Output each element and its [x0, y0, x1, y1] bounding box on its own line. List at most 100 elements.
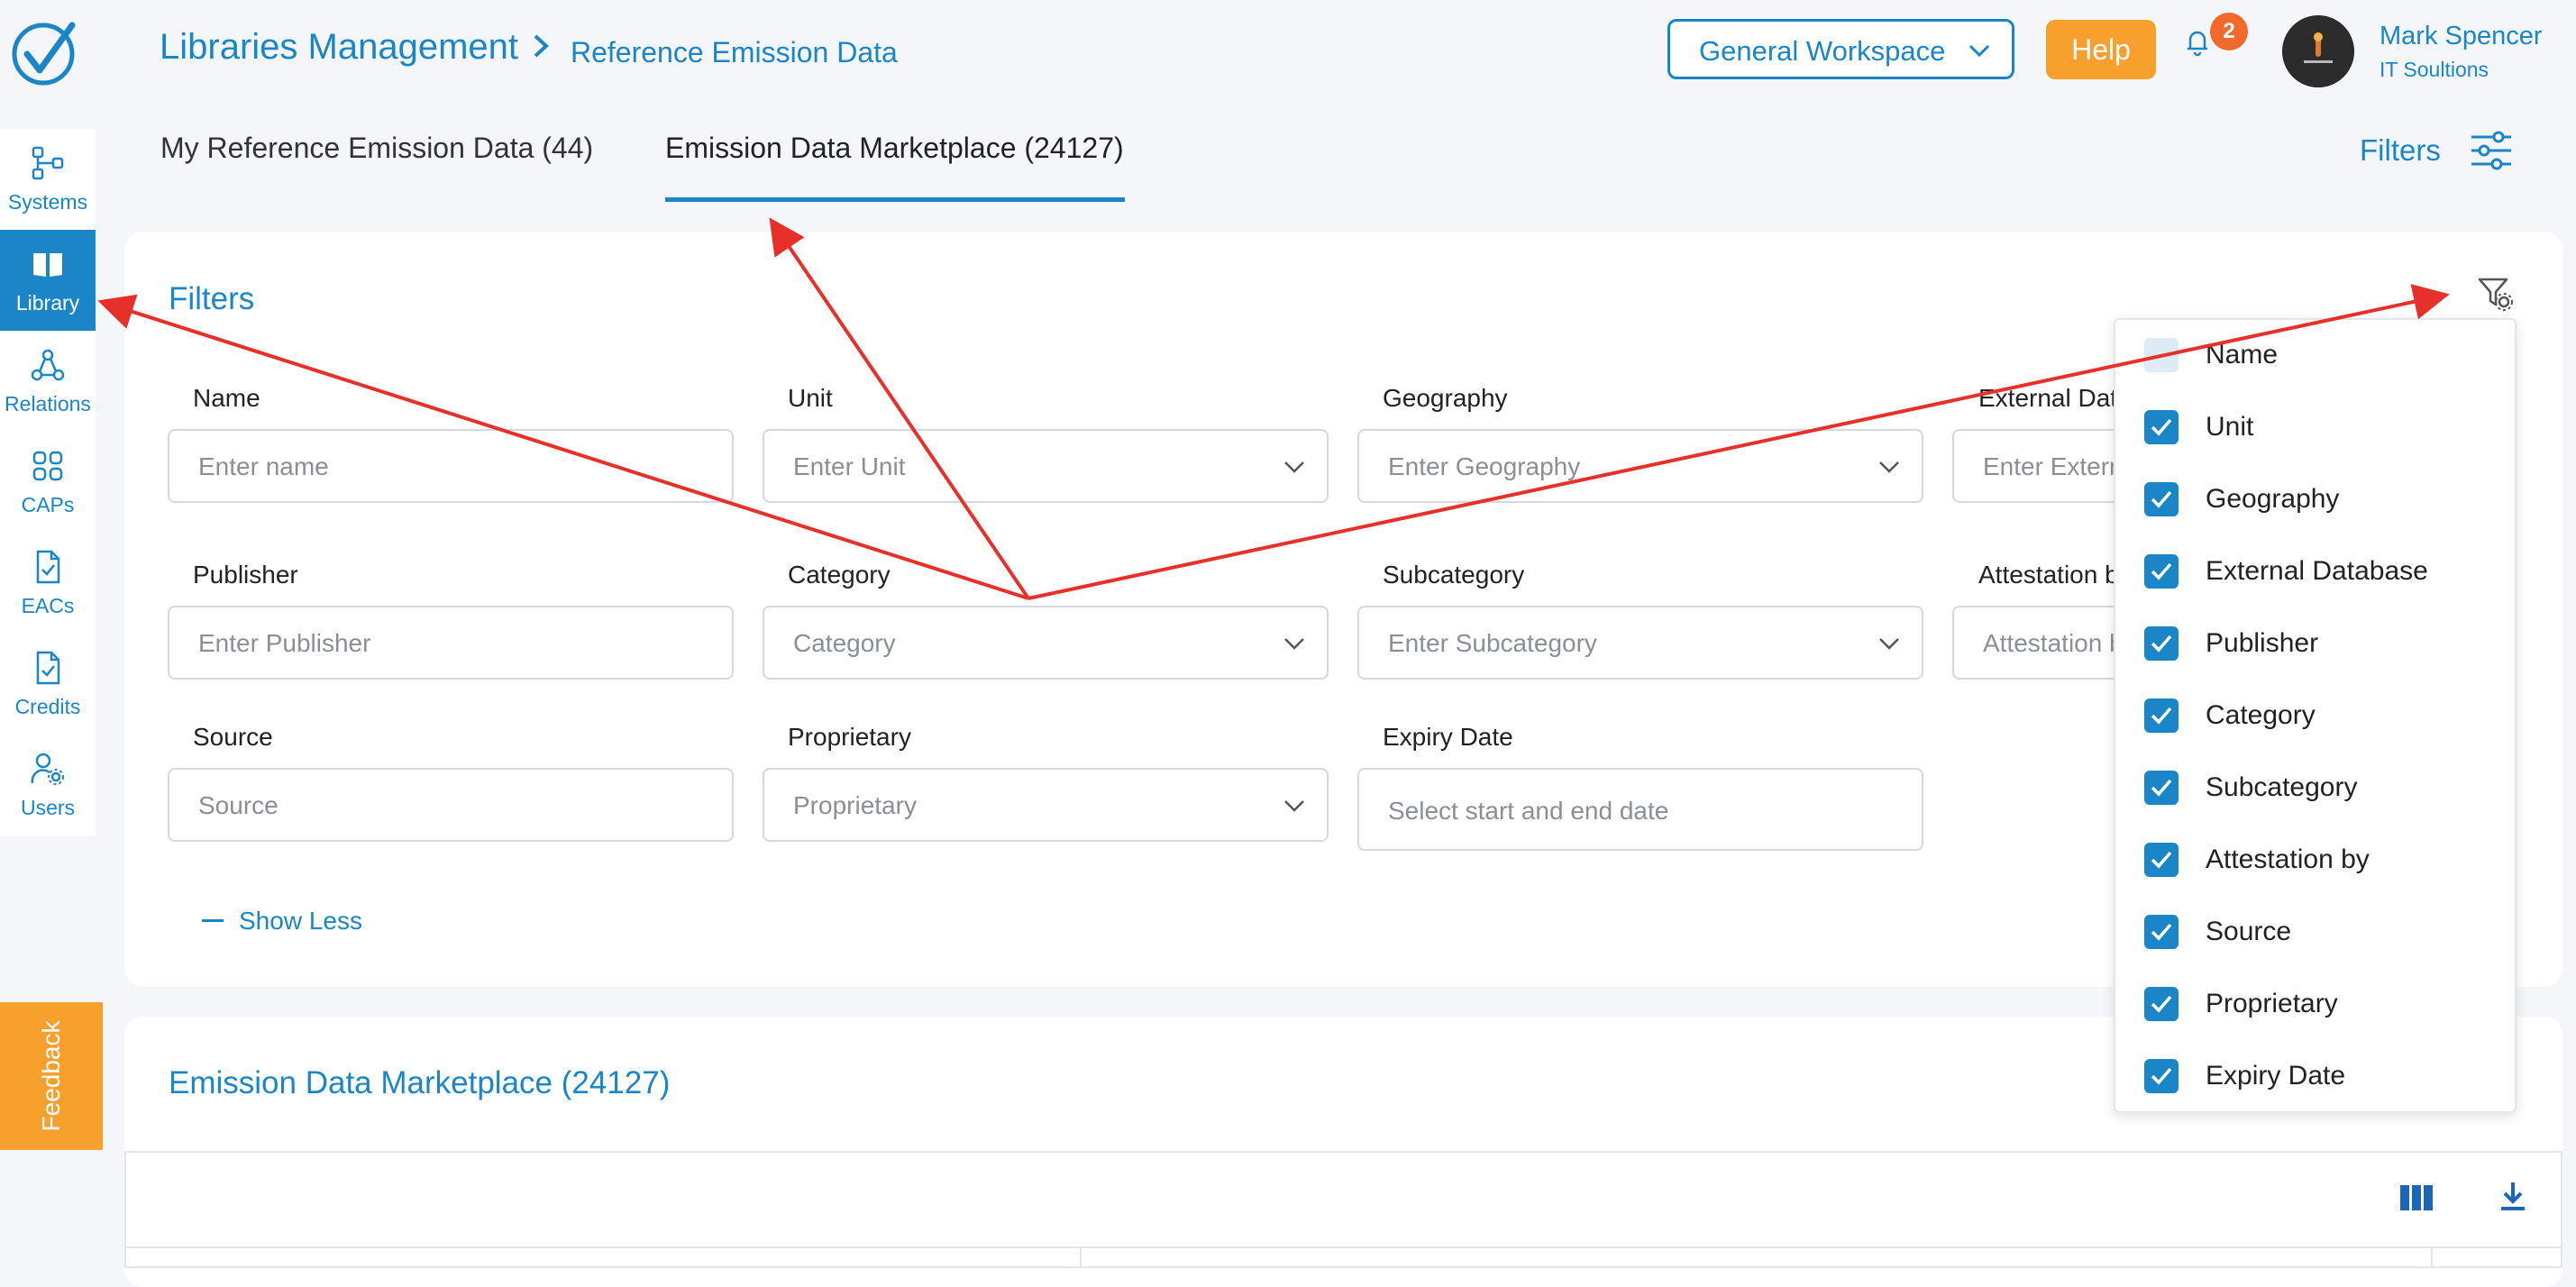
- checkbox-disabled: [2144, 338, 2179, 372]
- feedback-label: Feedback: [37, 1020, 65, 1132]
- category-select[interactable]: Category: [763, 606, 1329, 680]
- sidebar-item-relations[interactable]: Relations: [0, 331, 96, 432]
- sidebar-item-systems[interactable]: Systems: [0, 129, 96, 230]
- unit-select[interactable]: Enter Unit: [763, 429, 1329, 503]
- checkmark-icon: [2151, 995, 2172, 1013]
- placeholder: Enter name: [198, 452, 329, 480]
- sidebar: Systems Library Relations CAPs EACs Cred…: [0, 129, 96, 836]
- chevron-down-icon: [1879, 461, 1899, 473]
- sidebar-item-credits[interactable]: Credits: [0, 634, 96, 735]
- checkbox-checked[interactable]: [2144, 771, 2179, 805]
- workspace-select[interactable]: General Workspace: [1667, 19, 2014, 79]
- checkmark-icon: [2151, 1067, 2172, 1085]
- column-option-label: Source: [2206, 917, 2292, 946]
- subcategory-select[interactable]: Enter Subcategory: [1357, 606, 1923, 680]
- book-icon: [33, 253, 62, 277]
- notification-badge: 2: [2210, 13, 2248, 50]
- table-column-divider: [1080, 1248, 1082, 1266]
- column-option-label: Subcategory: [2206, 772, 2358, 802]
- tab-my-reference-emission-data[interactable]: My Reference Emission Data (44): [160, 132, 593, 165]
- column-option-name[interactable]: Name: [2115, 320, 2515, 392]
- attestation-by-label: Attestation b: [1978, 561, 2119, 589]
- checkmark-icon: [2151, 634, 2172, 653]
- breadcrumb-libraries-management[interactable]: Libraries Management: [160, 27, 518, 68]
- table-column-divider: [2431, 1248, 2433, 1266]
- systems-icon: [32, 146, 64, 180]
- user-name[interactable]: Mark Spencer: [2380, 22, 2543, 51]
- external-database-input[interactable]: Enter Extern: [1952, 429, 2133, 503]
- feedback-button[interactable]: Feedback: [0, 1002, 103, 1150]
- source-input[interactable]: Source: [168, 768, 734, 842]
- publisher-input[interactable]: Enter Publisher: [168, 606, 734, 680]
- checkbox-checked[interactable]: [2144, 482, 2179, 516]
- sidebar-item-label: EACs: [21, 594, 75, 617]
- column-option-label: External Database: [2206, 556, 2428, 586]
- column-option-source[interactable]: Source: [2115, 897, 2515, 969]
- column-option-subcategory[interactable]: Subcategory: [2115, 753, 2515, 825]
- column-option-label: Publisher: [2206, 628, 2319, 658]
- tab-emission-data-marketplace[interactable]: Emission Data Marketplace (24127): [665, 132, 1124, 165]
- column-option-geography[interactable]: Geography: [2115, 464, 2515, 536]
- checkmark-icon: [2151, 490, 2172, 508]
- filters-toggle-button[interactable]: Filters: [2360, 133, 2441, 168]
- chevron-down-icon: [1879, 638, 1899, 650]
- column-option-attestation-by[interactable]: Attestation by: [2115, 825, 2515, 897]
- minus-icon: [202, 919, 224, 922]
- sidebar-item-eacs[interactable]: EACs: [0, 533, 96, 634]
- sliders-icon[interactable]: [2470, 131, 2513, 170]
- placeholder: Select start and end date: [1388, 797, 1669, 825]
- name-input[interactable]: Enter name: [168, 429, 734, 503]
- app-logo-icon[interactable]: [9, 18, 81, 90]
- placeholder: Enter Extern: [1983, 452, 2124, 480]
- geography-label: Geography: [1383, 384, 1508, 412]
- sidebar-item-users[interactable]: Users: [0, 735, 96, 835]
- checkbox-checked[interactable]: [2144, 915, 2179, 949]
- placeholder: Source: [198, 791, 279, 819]
- chevron-down-icon: [1969, 44, 1990, 58]
- document-check-icon: [36, 550, 60, 584]
- columns-icon[interactable]: [2399, 1183, 2434, 1212]
- chevron-down-icon: [1284, 800, 1304, 812]
- checkbox-checked[interactable]: [2144, 698, 2179, 733]
- checkmark-icon: [2151, 851, 2172, 869]
- checkbox-checked[interactable]: [2144, 843, 2179, 877]
- avatar-logo-icon: [2282, 15, 2354, 87]
- checkbox-checked[interactable]: [2144, 626, 2179, 661]
- column-option-unit[interactable]: Unit: [2115, 392, 2515, 464]
- checkmark-icon: [2151, 418, 2172, 436]
- help-button[interactable]: Help: [2046, 20, 2156, 79]
- column-option-expiry-date[interactable]: Expiry Date: [2115, 1041, 2515, 1113]
- checkbox-checked[interactable]: [2144, 554, 2179, 589]
- bell-icon[interactable]: [2181, 25, 2214, 58]
- checkbox-checked[interactable]: [2144, 410, 2179, 444]
- sidebar-item-label: Systems: [7, 190, 88, 214]
- geography-select[interactable]: Enter Geography: [1357, 429, 1923, 503]
- expiry-date-range-picker[interactable]: Select start and end date: [1357, 768, 1923, 851]
- checkbox-checked[interactable]: [2144, 987, 2179, 1021]
- filters-card-title: Filters: [169, 281, 255, 316]
- download-icon[interactable]: [2498, 1181, 2527, 1213]
- column-option-label: Category: [2206, 700, 2316, 730]
- checkbox-checked[interactable]: [2144, 1059, 2179, 1093]
- column-option-publisher[interactable]: Publisher: [2115, 608, 2515, 680]
- column-option-label: Expiry Date: [2206, 1061, 2346, 1091]
- proprietary-select[interactable]: Proprietary: [763, 768, 1329, 842]
- source-label: Source: [193, 723, 273, 751]
- placeholder: Enter Subcategory: [1388, 629, 1597, 657]
- attestation-by-input[interactable]: Attestation b: [1952, 606, 2133, 680]
- unit-label: Unit: [788, 384, 833, 412]
- sidebar-item-caps[interactable]: CAPs: [0, 432, 96, 533]
- avatar[interactable]: [2282, 15, 2354, 87]
- show-less-button[interactable]: Show Less: [239, 907, 362, 936]
- active-tab-indicator: [665, 197, 1125, 202]
- placeholder: Category: [793, 629, 896, 657]
- placeholder: Proprietary: [793, 791, 917, 819]
- filter-settings-icon[interactable]: [2477, 275, 2513, 311]
- column-option-proprietary[interactable]: Proprietary: [2115, 969, 2515, 1041]
- table-header-divider: [124, 1246, 2562, 1248]
- column-option-external-database[interactable]: External Database: [2115, 536, 2515, 608]
- sidebar-item-label: Library: [15, 291, 80, 315]
- sidebar-item-library[interactable]: Library: [0, 230, 96, 331]
- column-option-category[interactable]: Category: [2115, 680, 2515, 753]
- placeholder: Attestation b: [1983, 629, 2124, 657]
